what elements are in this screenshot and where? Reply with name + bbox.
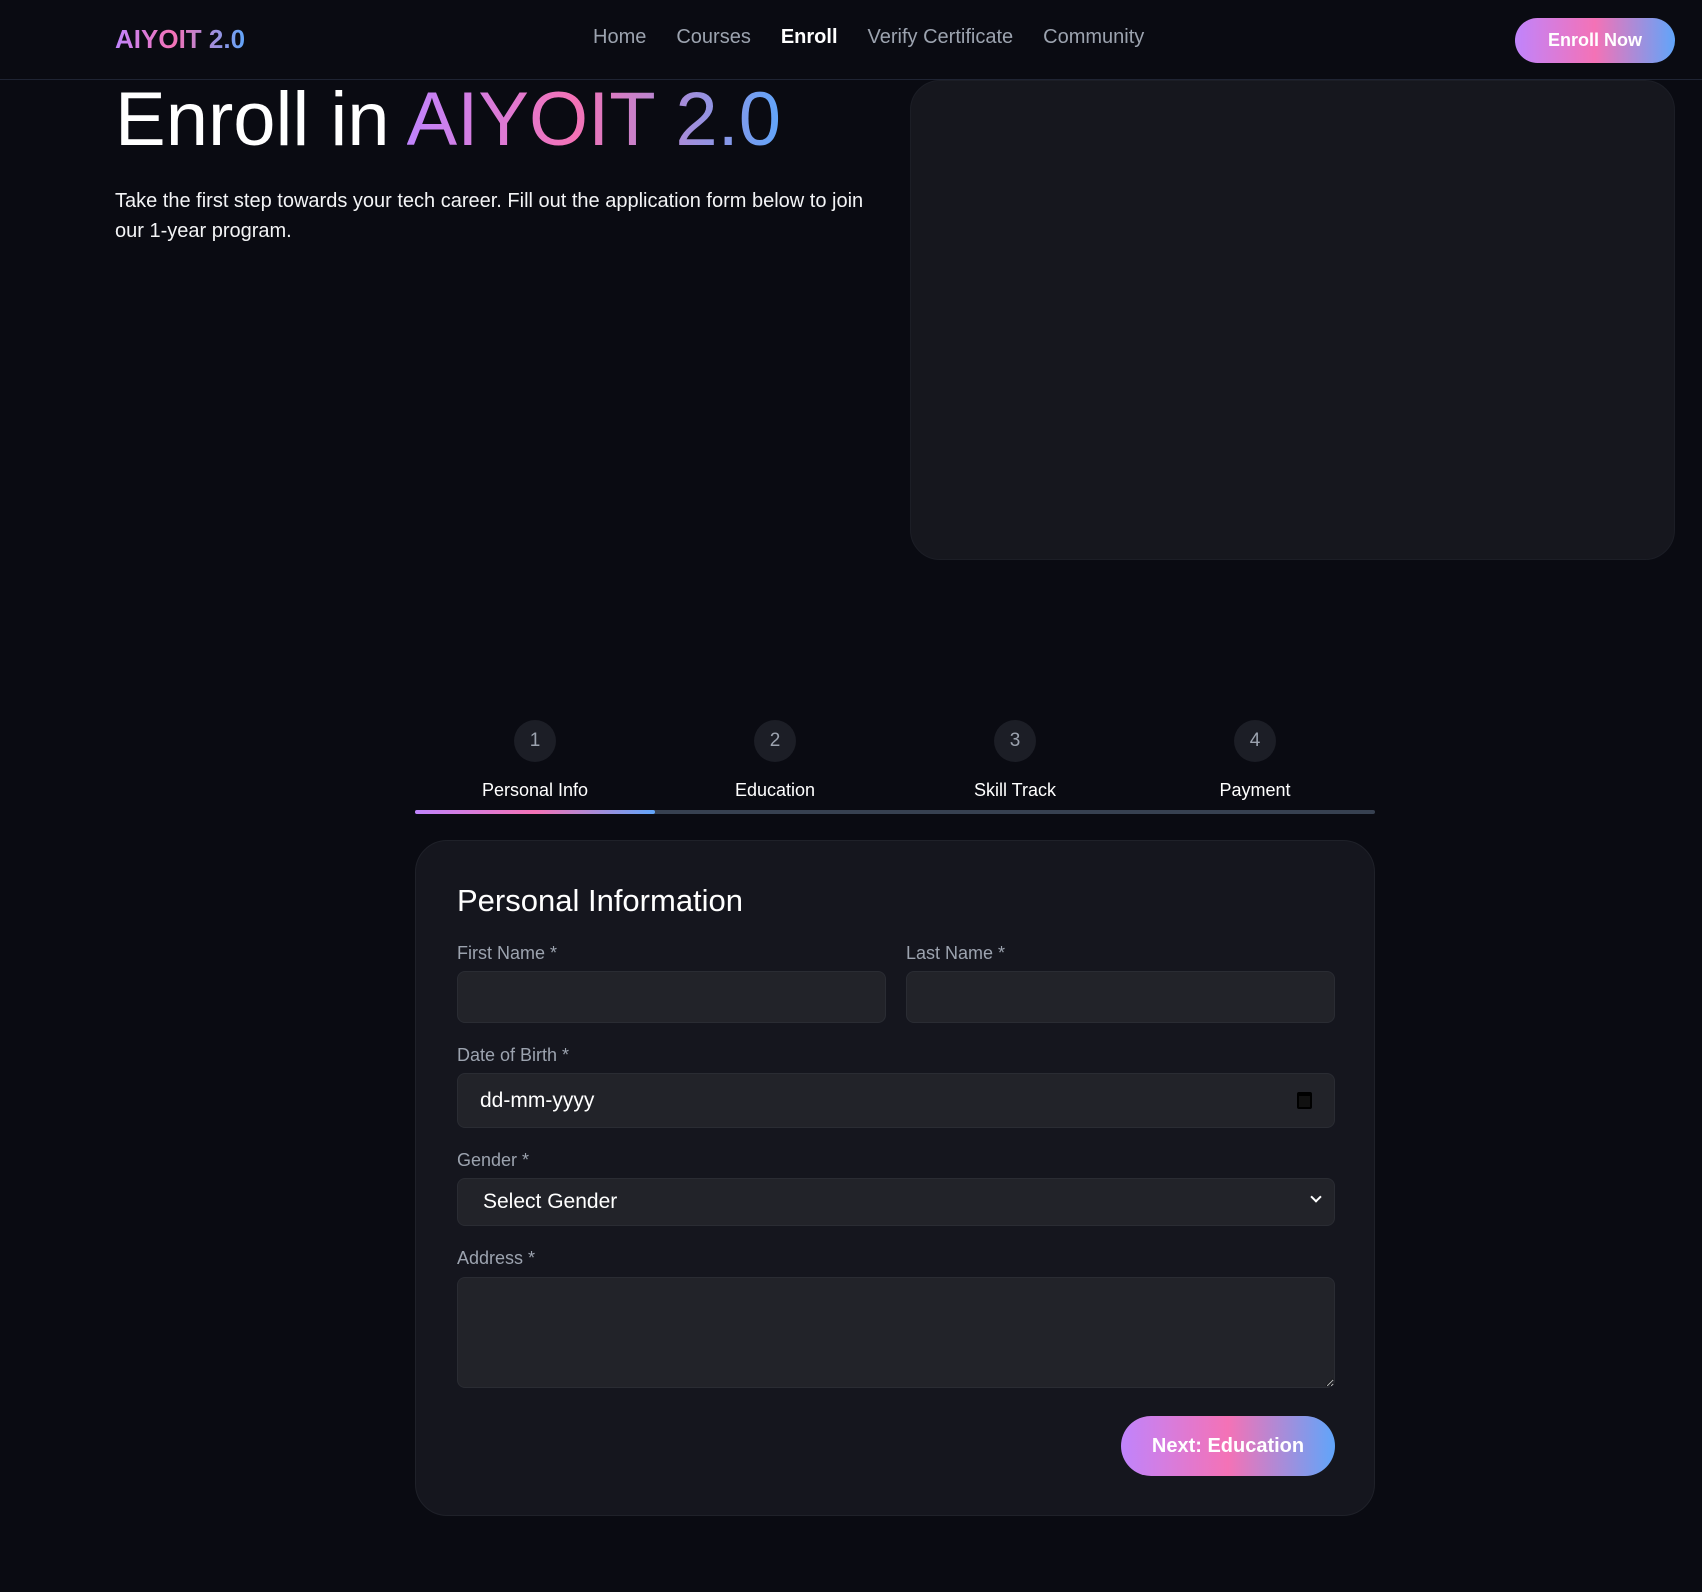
- form-title: Personal Information: [457, 883, 744, 918]
- nav-link-community[interactable]: Community: [1043, 26, 1144, 49]
- nav-link-courses[interactable]: Courses: [676, 26, 750, 49]
- calendar-icon[interactable]: [1297, 1092, 1312, 1109]
- step-education[interactable]: 2 Education: [675, 720, 875, 801]
- nav-link-enroll[interactable]: Enroll: [781, 26, 838, 49]
- hero-description: Take the first step towards your tech ca…: [115, 190, 864, 242]
- last-name-label: Last Name *: [906, 943, 1006, 963]
- hero-media-panel: [910, 80, 1675, 560]
- progress-bar: [415, 810, 1375, 814]
- last-name-input[interactable]: [906, 971, 1335, 1023]
- step-personal-info[interactable]: 1 Personal Info: [435, 720, 635, 801]
- page-title: Enroll in AIYOIT 2.0: [115, 76, 781, 163]
- dob-input[interactable]: dd-mm-yyyy: [457, 1073, 1335, 1128]
- step-label: Payment: [1219, 780, 1291, 800]
- top-nav: AIYOIT 2.0 Home Courses Enroll Verify Ce…: [0, 0, 1702, 80]
- first-name-label: First Name *: [457, 943, 558, 963]
- step-number: 3: [994, 720, 1036, 762]
- dob-placeholder: dd-mm-yyyy: [480, 1088, 595, 1112]
- gender-selected-value: Select Gender: [483, 1190, 618, 1213]
- title-prefix: Enroll in: [115, 77, 407, 162]
- nav-link-verify-certificate[interactable]: Verify Certificate: [868, 26, 1014, 49]
- step-label: Skill Track: [973, 780, 1056, 800]
- step-skill-track[interactable]: 3 Skill Track: [915, 720, 1115, 801]
- enroll-now-button[interactable]: Enroll Now: [1515, 18, 1675, 63]
- title-highlight: AIYOIT 2.0: [406, 77, 782, 162]
- step-payment[interactable]: 4 Payment: [1155, 720, 1355, 801]
- nav-link-home[interactable]: Home: [593, 26, 646, 49]
- address-label: Address *: [457, 1248, 536, 1268]
- step-number: 2: [754, 720, 796, 762]
- progress-fill: [415, 810, 655, 814]
- personal-info-form: Personal Information First Name * Last N…: [415, 840, 1375, 1516]
- chevron-down-icon: [1310, 1191, 1322, 1203]
- address-textarea[interactable]: [457, 1277, 1335, 1388]
- gender-label: Gender *: [457, 1150, 530, 1170]
- step-number: 4: [1234, 720, 1276, 762]
- step-label: Education: [734, 780, 816, 800]
- nav-links: Home Courses Enroll Verify Certificate C…: [593, 26, 1144, 49]
- first-name-input[interactable]: [457, 971, 886, 1023]
- step-number: 1: [514, 720, 556, 762]
- step-label: Personal Info: [481, 780, 589, 800]
- logo[interactable]: AIYOIT 2.0: [115, 24, 245, 55]
- next-education-button[interactable]: Next: Education: [1121, 1416, 1335, 1476]
- dob-label: Date of Birth *: [457, 1045, 570, 1065]
- gender-select[interactable]: Select Gender: [457, 1178, 1335, 1226]
